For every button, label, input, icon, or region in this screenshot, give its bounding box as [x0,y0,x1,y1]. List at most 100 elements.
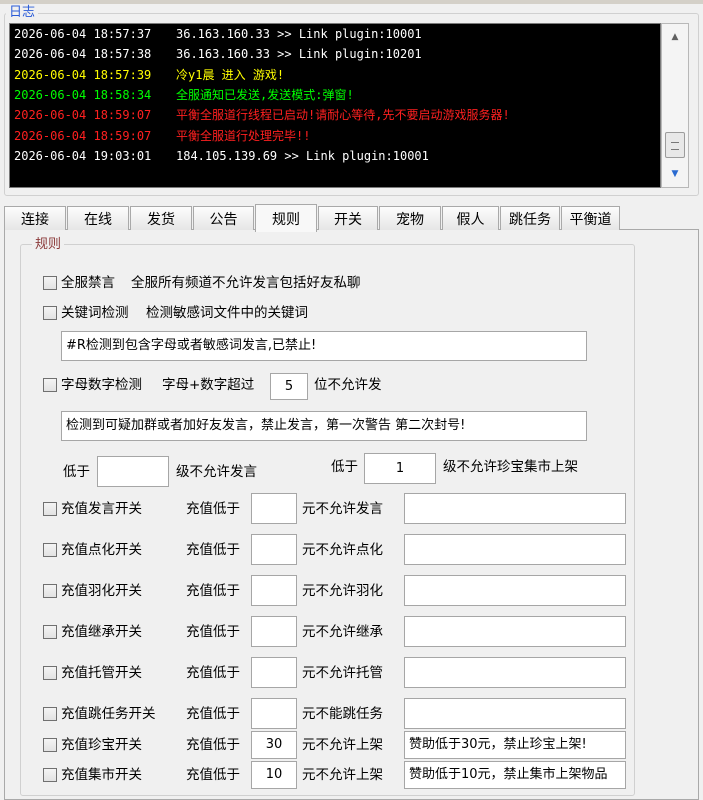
log-line-time: 2026-06-04 18:58:34 [14,87,152,102]
log-line: 2026-06-04 18:58:34 全服通知已发送,发送模式:弹窗! [14,86,354,104]
recharge-amount-input[interactable] [251,534,297,565]
recharge-switch-checkbox[interactable] [43,768,57,782]
recharge-switch-checkbox[interactable] [43,542,57,557]
recharge-suffix-label: 元不允许继承 [302,623,383,640]
recharge-suffix-label: 元不允许发言 [302,500,383,517]
log-line: 2026-06-04 18:57:39 冷y1晨 进入 游戏! [14,66,284,84]
recharge-message-input[interactable] [404,493,626,524]
recharge-prefix-label: 充值低于 [186,582,240,599]
tab-2[interactable]: 在线 [67,206,129,230]
recharge-suffix-label: 元不允许上架 [302,737,383,753]
recharge-amount-input[interactable] [251,616,297,647]
scroll-thumb[interactable] [665,132,685,158]
log-line: 2026-06-04 18:59:07 平衡全服道行线程已启动!请耐心等待,先不要… [14,106,510,124]
tab-6[interactable]: 开关 [318,206,378,230]
recharge-suffix-label: 元不允许羽化 [302,582,383,599]
ban-all-checkbox[interactable] [43,276,57,290]
keyword-message-input[interactable]: #R检测到包含字母或者敏感词发言,已禁止! [61,331,587,361]
recharge-message-input[interactable] [404,657,626,688]
log-line-message: 36.163.160.33 >> Link plugin:10001 [176,27,422,41]
recharge-suffix-label: 元不能跳任务 [302,705,383,722]
log-line-time: 2026-06-04 18:57:39 [14,67,152,82]
log-line-time: 2026-06-04 19:03:01 [14,148,152,163]
log-line-time: 2026-06-04 18:59:07 [14,108,152,123]
recharge-suffix-label: 元不允许点化 [302,541,383,558]
recharge-message-input[interactable]: 赞助低于30元，禁止珍宝上架! [404,731,626,759]
tab-10[interactable]: 平衡道 [561,206,620,230]
recharge-switch-label: 充值跳任务开关 [61,705,156,722]
recharge-switch-checkbox[interactable] [43,706,57,721]
level-market-input[interactable]: 1 [364,453,436,484]
tab-5[interactable]: 规则 [255,204,317,232]
tab-9[interactable]: 跳任务 [500,206,560,230]
keyword-check-checkbox[interactable] [43,306,57,320]
log-line: 2026-06-04 18:57:37 36.163.160.33 >> Link… [14,25,422,43]
tab-4[interactable]: 公告 [193,206,254,230]
recharge-prefix-label: 充值低于 [186,664,240,681]
tab-strip: 连接 在线 发货 公告 规则 开关 宠物 假人 跳任务 平衡道 [4,204,703,232]
recharge-switch-label: 充值珍宝开关 [61,737,142,753]
recharge-switch-checkbox[interactable] [43,665,57,680]
recharge-prefix-label: 充值低于 [186,767,240,783]
recharge-amount-input[interactable] [251,698,297,729]
log-line: 2026-06-04 18:57:38 36.163.160.33 >> Link… [14,45,422,63]
recharge-prefix-label: 充值低于 [186,705,240,722]
scroll-down-arrow-icon[interactable]: ▼ [662,163,688,185]
recharge-amount-input[interactable] [251,657,297,688]
recharge-switch-label: 充值发言开关 [61,500,142,517]
alnum-message-input[interactable]: 检测到可疑加群或者加好友发言，禁止发言，第一次警告 第二次封号! [61,411,587,441]
alnum-check-label: 字母数字检测 [61,377,142,393]
recharge-switch-checkbox[interactable] [43,501,57,516]
level-market-pre: 低于 [331,459,358,475]
recharge-switch-label: 充值继承开关 [61,623,142,640]
log-line-message: 平衡全服道行处理完毕!! [176,128,311,143]
log-scrollbar[interactable]: ▲ ▼ [661,23,689,188]
recharge-switch-checkbox[interactable] [43,583,57,598]
log-line-message: 全服通知已发送,发送模式:弹窗! [176,87,354,102]
log-line-message: 36.163.160.33 >> Link plugin:10201 [176,47,422,62]
recharge-switch-label: 充值托管开关 [61,664,142,681]
log-line-time: 2026-06-04 18:59:07 [14,128,152,143]
alnum-check-checkbox[interactable] [43,378,57,392]
log-output[interactable]: 2026-06-04 18:57:37 36.163.160.33 >> Link… [9,23,661,188]
recharge-amount-input[interactable] [251,575,297,606]
level-speak-input[interactable] [97,456,169,487]
log-line-time: 2026-06-04 18:57:37 [14,27,152,41]
recharge-amount-input[interactable]: 30 [251,731,297,759]
tab-1[interactable]: 连接 [4,206,66,230]
recharge-message-input[interactable] [404,698,626,729]
recharge-prefix-label: 充值低于 [186,541,240,558]
recharge-switch-checkbox[interactable] [43,624,57,639]
recharge-switch-label: 充值集市开关 [61,767,142,783]
ban-all-desc: 全服所有频道不允许发言包括好友私聊 [131,275,361,291]
scroll-up-arrow-icon[interactable]: ▲ [662,26,688,48]
tab-8[interactable]: 假人 [442,206,499,230]
ban-all-label: 全服禁言 [61,275,115,291]
log-line-time: 2026-06-04 18:57:38 [14,47,152,62]
log-line: 2026-06-04 19:03:01 184.105.139.69 >> Lin… [14,147,429,165]
recharge-switch-checkbox[interactable] [43,738,57,752]
recharge-amount-input[interactable]: 10 [251,761,297,789]
keyword-check-desc: 检测敏感词文件中的关键词 [146,305,308,321]
recharge-message-input[interactable] [404,616,626,647]
recharge-message-input[interactable] [404,534,626,565]
rules-group-title: 规则 [32,237,65,253]
log-line-message: 184.105.139.69 >> Link plugin:10001 [176,148,429,163]
recharge-suffix-label: 元不允许托管 [302,664,383,681]
tab-7[interactable]: 宠物 [379,206,441,230]
log-line-message: 平衡全服道行线程已启动!请耐心等待,先不要启动游戏服务器! [176,108,510,123]
keyword-check-label: 关键词检测 [61,305,129,321]
recharge-prefix-label: 充值低于 [186,737,240,753]
window-top-edge [0,0,703,4]
recharge-prefix-label: 充值低于 [186,623,240,640]
recharge-message-input[interactable] [404,575,626,606]
log-line: 2026-06-04 18:59:07 平衡全服道行处理完毕!! [14,127,310,145]
log-group-title: 日志 [6,5,39,21]
recharge-amount-input[interactable] [251,493,297,524]
level-speak-post: 级不允许发言 [176,464,257,480]
tab-3[interactable]: 发货 [130,206,192,230]
alnum-count-input[interactable]: 5 [270,373,308,400]
log-line-message: 冷y1晨 进入 游戏! [176,67,285,82]
alnum-threshold-label: 字母+数字超过 [162,377,255,393]
recharge-message-input[interactable]: 赞助低于10元，禁止集市上架物品 [404,761,626,789]
